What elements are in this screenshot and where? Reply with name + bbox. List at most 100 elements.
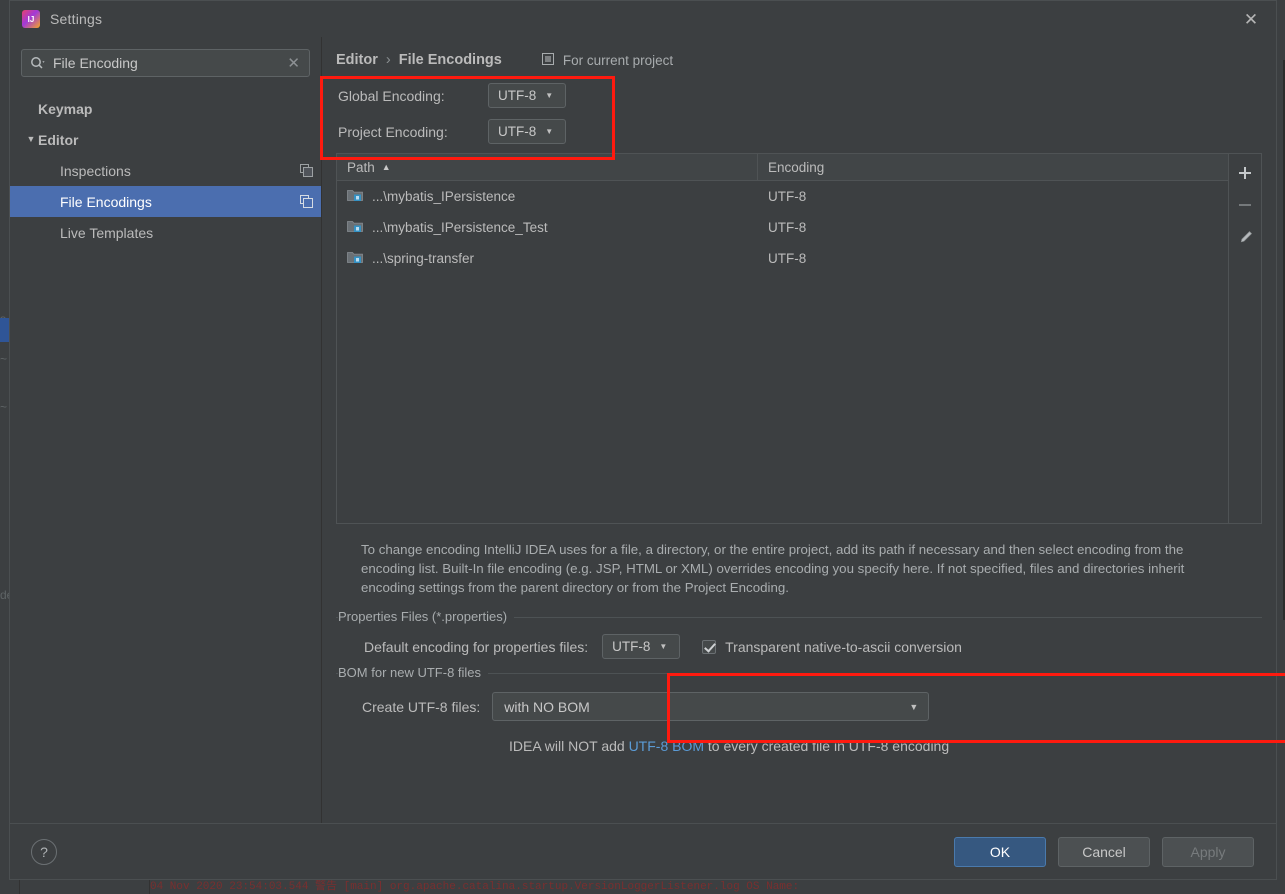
bom-note: IDEA will NOT add UTF-8 BOM to every cre… — [336, 738, 1262, 754]
footer-buttons: OK Cancel Apply — [954, 836, 1254, 867]
clear-icon[interactable]: ✕ — [284, 56, 303, 71]
project-encoding-row: Project Encoding: UTF-8 ▼ — [338, 117, 1262, 146]
sidebar-item-label: Inspections — [60, 162, 131, 179]
dialog-footer: ? OK Cancel Apply — [10, 823, 1276, 879]
bom-group: BOM for new UTF-8 files Create UTF-8 fil… — [336, 665, 1262, 754]
create-utf8-files-label: Create UTF-8 files: — [362, 698, 481, 715]
checkbox-check-icon — [702, 639, 717, 654]
bom-note-suffix: to every created file in UTF-8 encoding — [704, 738, 950, 754]
table-cell-path-text: ...\mybatis_IPersistence_Test — [372, 220, 548, 235]
remove-path-button — [1232, 192, 1258, 218]
sidebar-item-label: Keymap — [38, 100, 93, 117]
table-cell-path: ...\spring-transfer — [337, 250, 758, 267]
breadcrumb-parent[interactable]: Editor — [336, 52, 378, 68]
global-encoding-value: UTF-8 — [498, 88, 537, 103]
properties-files-group-body: Default encoding for properties files: U… — [336, 618, 1262, 667]
module-folder-icon — [347, 250, 363, 267]
table-cell-encoding: UTF-8 — [768, 251, 807, 266]
settings-sidebar: ✕ Keymap ▼ Editor Inspections — [10, 37, 322, 823]
backdrop-ghost-text: ~ — [0, 400, 8, 414]
bom-note-link[interactable]: UTF-8 BOM — [629, 738, 704, 754]
settings-content-pane: Editor › File Encodings For current proj… — [322, 37, 1285, 823]
settings-tree: Keymap ▼ Editor Inspections File Encodin… — [10, 93, 321, 248]
table-cell-encoding: UTF-8 — [768, 189, 807, 204]
sort-ascending-icon: ▲ — [381, 162, 391, 172]
bom-group-body: Create UTF-8 files: with NO BOM ▼ IDEA w… — [336, 674, 1262, 754]
global-encoding-dropdown[interactable]: UTF-8 ▼ — [488, 83, 566, 108]
encodings-table-body: ...\mybatis_IPersistence UTF-8 ...\mybat… — [337, 181, 1228, 523]
sidebar-item-label: Editor — [38, 131, 79, 148]
default-properties-encoding-value: UTF-8 — [612, 639, 651, 654]
table-cell-path: ...\mybatis_IPersistence_Test — [337, 219, 758, 236]
ok-button[interactable]: OK — [954, 836, 1046, 867]
sidebar-item-live-templates[interactable]: Live Templates — [10, 217, 321, 248]
console-log-line: 04 Nov 2020 23:54:03.544 警告 [main] org.a… — [150, 881, 800, 893]
breadcrumb-separator-icon: › — [385, 52, 391, 68]
add-path-button[interactable] — [1232, 160, 1258, 186]
global-encoding-label: Global Encoding: — [338, 87, 445, 104]
minus-icon — [1239, 204, 1251, 206]
table-row[interactable]: ...\mybatis_IPersistence UTF-8 — [337, 181, 1228, 212]
search-icon[interactable] — [30, 56, 45, 70]
transparent-native-to-ascii-label: Transparent native-to-ascii conversion — [725, 638, 962, 655]
sidebar-item-label: Live Templates — [60, 224, 154, 241]
dialog-body: ✕ Keymap ▼ Editor Inspections — [10, 37, 1285, 823]
sidebar-item-label: File Encodings — [60, 193, 152, 210]
module-folder-icon — [347, 188, 363, 205]
create-utf8-files-row: Create UTF-8 files: with NO BOM ▼ — [336, 692, 1262, 721]
encodings-help-text: To change encoding IntelliJ IDEA uses fo… — [361, 542, 1185, 595]
backdrop-ghost-text: ~ — [0, 352, 8, 366]
close-icon[interactable]: ✕ — [1234, 4, 1268, 34]
bom-note-prefix: IDEA will NOT add — [509, 738, 629, 754]
encodings-table: Path ▲ Encoding ...\mybatis_IPersistence… — [336, 153, 1262, 524]
create-utf8-files-value: with NO BOM — [504, 698, 590, 715]
default-properties-encoding-dropdown[interactable]: UTF-8 ▼ — [602, 634, 681, 659]
project-encoding-value: UTF-8 — [498, 124, 537, 139]
sidebar-item-inspections[interactable]: Inspections — [10, 155, 321, 186]
table-row[interactable]: ...\mybatis_IPersistence_Test UTF-8 — [337, 212, 1228, 243]
dialog-title: Settings — [50, 11, 103, 27]
cancel-button[interactable]: Cancel — [1058, 836, 1150, 867]
chevron-down-icon: ▼ — [909, 701, 919, 712]
settings-dialog: Settings ✕ ✕ Keymap — [9, 0, 1285, 880]
sidebar-item-keymap[interactable]: Keymap — [10, 93, 321, 124]
chevron-down-icon: ▼ — [545, 90, 554, 100]
copy-settings-icon[interactable] — [300, 195, 313, 208]
for-current-project-label: For current project — [562, 52, 674, 68]
sidebar-item-editor[interactable]: ▼ Editor — [10, 124, 321, 155]
properties-files-group: Properties Files (*.properties) Default … — [336, 609, 1262, 667]
help-button[interactable]: ? — [31, 838, 57, 865]
encoding-settings-rows: Global Encoding: UTF-8 ▼ Project Encodin… — [336, 81, 1262, 146]
module-folder-icon — [347, 219, 363, 236]
column-header-encoding-label: Encoding — [768, 159, 825, 175]
default-properties-encoding-label: Default encoding for properties files: — [364, 638, 589, 655]
encodings-table-header: Path ▲ Encoding — [337, 154, 1228, 181]
table-row[interactable]: ...\spring-transfer UTF-8 — [337, 243, 1228, 274]
project-encoding-dropdown[interactable]: UTF-8 ▼ — [488, 119, 566, 144]
bom-group-title: BOM for new UTF-8 files — [338, 665, 489, 680]
column-header-path[interactable]: Path ▲ — [337, 154, 758, 180]
global-encoding-row: Global Encoding: UTF-8 ▼ — [338, 81, 1262, 110]
edit-path-button[interactable] — [1232, 224, 1258, 250]
copy-settings-icon[interactable] — [300, 164, 313, 177]
create-utf8-files-dropdown[interactable]: with NO BOM ▼ — [492, 692, 930, 721]
column-header-path-label: Path — [347, 159, 375, 175]
column-header-encoding[interactable]: Encoding — [758, 154, 1228, 180]
project-scope-icon — [541, 52, 556, 69]
search-box[interactable]: ✕ — [21, 49, 310, 77]
sidebar-item-file-encodings[interactable]: File Encodings — [10, 186, 321, 217]
breadcrumb: Editor › File Encodings For current proj… — [336, 37, 1262, 71]
apply-button: Apply — [1162, 836, 1254, 867]
encodings-table-toolbar — [1228, 154, 1261, 523]
table-cell-encoding: UTF-8 — [768, 220, 807, 235]
page-title: File Encodings — [398, 52, 502, 68]
table-cell-path-text: ...\mybatis_IPersistence — [372, 189, 516, 204]
table-cell-path-text: ...\spring-transfer — [372, 251, 475, 266]
chevron-down-icon: ▼ — [545, 126, 554, 136]
table-cell-path: ...\mybatis_IPersistence — [337, 188, 758, 205]
transparent-native-to-ascii-checkbox[interactable]: Transparent native-to-ascii conversion — [702, 639, 962, 655]
chevron-down-icon[interactable]: ▼ — [24, 135, 38, 144]
properties-files-group-title: Properties Files (*.properties) — [338, 609, 515, 624]
search-input[interactable] — [53, 55, 285, 71]
pencil-icon — [1240, 230, 1252, 242]
